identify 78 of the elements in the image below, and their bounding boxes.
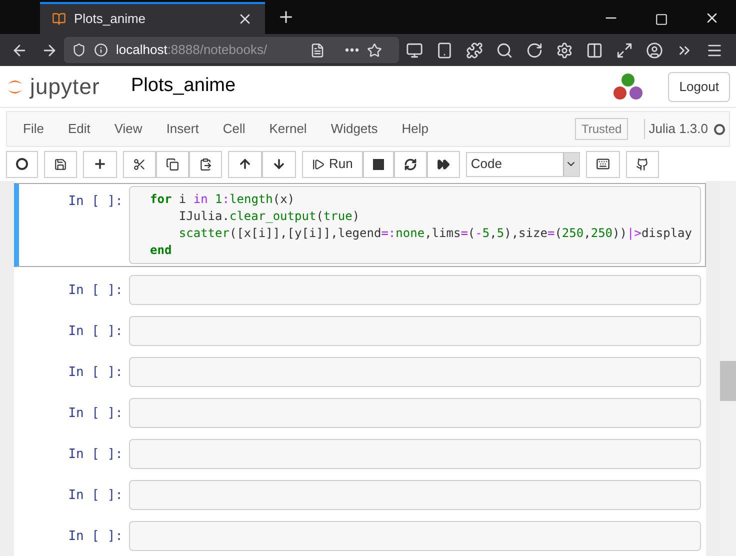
notebook-icon [52, 12, 66, 26]
menu-item[interactable]: File [11, 119, 56, 139]
insert-cell-button[interactable] [83, 150, 117, 178]
tab-title: Plots_anime [74, 10, 147, 28]
restart-run-all-button[interactable] [426, 150, 460, 178]
copy-button[interactable] [156, 150, 189, 178]
copy-icon [166, 158, 179, 170]
menu-item[interactable]: Insert [154, 119, 211, 139]
save-icon [54, 158, 67, 170]
plus-icon [93, 157, 107, 171]
notebook-cell[interactable]: In [ ]: for i in 1:length(x) IJulia.clear_output(true) scatter([x[i]],[y[i]],legend=:none,lims=(-5,5),size=(250,250))|>display end [14, 183, 706, 267]
trusted-badge[interactable]: Trusted [575, 118, 628, 140]
shield-icon [72, 43, 86, 57]
url-bar[interactable]: localhost:8888/notebooks/ [64, 37, 399, 63]
bookmark-icon [367, 42, 382, 58]
cell-prompt: In [ ]: [67, 487, 124, 505]
maximize-icon[interactable] [655, 13, 668, 26]
code-input[interactable] [129, 439, 701, 469]
new-tab-icon[interactable] [277, 8, 295, 26]
cell-prompt: In [ ]: [67, 323, 124, 341]
menu-item[interactable]: Help [390, 119, 441, 139]
github-icon [636, 158, 649, 170]
fast-forward-icon [436, 158, 450, 170]
notebook-cell[interactable]: In [ ]: [14, 354, 706, 390]
cell-prompt: In [ ]: [67, 193, 124, 211]
code-input[interactable] [129, 398, 701, 428]
move-up-button[interactable] [228, 150, 262, 178]
reader-icon [310, 42, 325, 58]
stop-button[interactable] [362, 150, 394, 178]
menu-item[interactable]: Edit [56, 119, 102, 139]
command-palette-button[interactable] [6, 150, 38, 178]
url-text: localhost:8888/notebooks/ [116, 41, 268, 60]
restart-icon [404, 158, 417, 170]
cell-prompt: In [ ]: [67, 446, 124, 464]
notebook-cell[interactable]: In [ ]: [14, 313, 706, 349]
paste-button[interactable] [189, 150, 222, 178]
keyboard-shortcuts-button[interactable] [586, 150, 620, 178]
code-input[interactable]: for i in 1:length(x) IJulia.clear_output(true) scatter([x[i]],[y[i]],legend=:none,lims=(-5,5),size=(250,250))|>display end [129, 186, 701, 264]
menu-item[interactable]: Kernel [257, 119, 319, 139]
notebook-cell[interactable]: In [ ]: [14, 477, 706, 513]
notebook-cell[interactable]: In [ ]: [14, 395, 706, 431]
logout-button[interactable]: Logout [668, 72, 730, 102]
run-button[interactable]: Run [302, 150, 363, 178]
notebook-name[interactable]: Plots_anime [131, 72, 236, 101]
menu-item[interactable]: Cell [210, 119, 258, 139]
cell-prompt: In [ ]: [67, 405, 124, 423]
keyboard-icon [596, 157, 610, 171]
cell-prompt: In [ ]: [67, 528, 124, 546]
more-icon [345, 48, 359, 52]
kernel-name: Julia 1.3.0 [644, 119, 708, 139]
code-input[interactable] [129, 521, 701, 551]
code-input[interactable] [129, 316, 701, 346]
cell-prompt: In [ ]: [67, 364, 124, 382]
step-forward-icon [312, 158, 325, 170]
move-down-button[interactable] [262, 150, 296, 178]
notebook-cell[interactable]: In [ ]: [14, 518, 706, 554]
menu-item[interactable]: View [102, 119, 154, 139]
cell-type-select[interactable]: Code [466, 152, 580, 176]
code-input[interactable] [129, 357, 701, 387]
stop-icon [372, 158, 384, 170]
code-input[interactable] [129, 480, 701, 510]
cut-button[interactable] [123, 150, 156, 178]
save-button[interactable] [44, 150, 77, 178]
notebook-cell[interactable]: In [ ]: [14, 272, 706, 308]
arrow-down-icon [272, 157, 286, 171]
browser-tab[interactable]: Plots_anime [40, 2, 265, 34]
scissors-icon [133, 158, 146, 170]
palette-icon [16, 158, 28, 170]
paste-icon [199, 158, 212, 170]
menu-item[interactable]: Widgets [318, 119, 390, 139]
jupyter-logo-text: jupyter [30, 73, 100, 101]
cell-prompt: In [ ]: [67, 282, 124, 300]
code-input[interactable] [129, 275, 701, 305]
notebook-cell[interactable]: In [ ]: [14, 436, 706, 472]
github-button[interactable] [626, 150, 659, 178]
info-icon [94, 43, 108, 57]
restart-button[interactable] [394, 150, 427, 178]
julia-logo-icon [612, 72, 644, 102]
